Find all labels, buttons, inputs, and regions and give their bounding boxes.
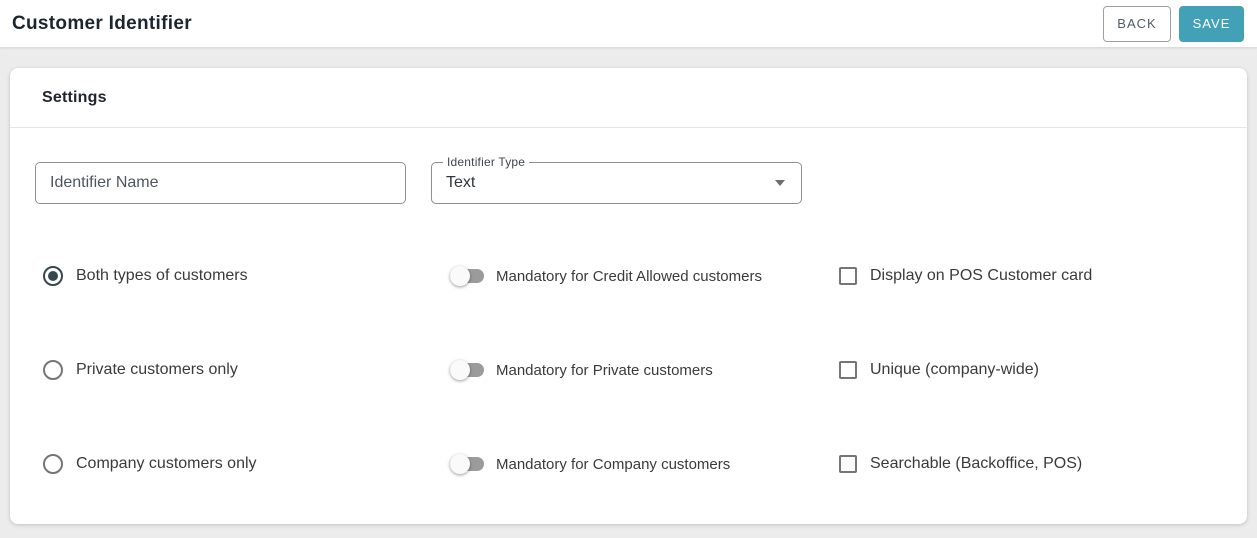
toggle-thumb bbox=[450, 266, 470, 286]
toggle-label: Mandatory for Credit Allowed customers bbox=[496, 267, 762, 285]
save-button[interactable]: SAVE bbox=[1179, 5, 1244, 42]
identifier-type-value: Text bbox=[446, 174, 476, 191]
checkbox-label: Display on POS Customer card bbox=[870, 267, 1093, 284]
checkbox-searchable: Searchable (Backoffice, POS) bbox=[830, 455, 1082, 473]
checkbox-unique: Unique (company-wide) bbox=[830, 361, 1039, 379]
option-row: Company customers only Mandatory for Com… bbox=[35, 443, 1247, 485]
chevron-down-icon bbox=[775, 180, 785, 186]
toggle-mandatory-private: Mandatory for Private customers bbox=[439, 360, 830, 380]
toggle-switch[interactable] bbox=[450, 360, 484, 380]
radio-label: Both types of customers bbox=[76, 267, 248, 284]
identifier-type-select[interactable]: Identifier Type Text bbox=[431, 155, 802, 204]
checkbox-display-pos: Display on POS Customer card bbox=[830, 267, 1092, 285]
checkbox-icon[interactable] bbox=[839, 267, 857, 285]
header-bar: Customer Identifier BACK SAVE bbox=[0, 0, 1257, 48]
radio-icon bbox=[43, 360, 63, 380]
radio-label: Private customers only bbox=[76, 361, 238, 378]
checkbox-icon[interactable] bbox=[839, 361, 857, 379]
toggle-label: Mandatory for Company customers bbox=[496, 455, 731, 473]
radio-icon bbox=[43, 454, 63, 474]
option-row: Private customers only Mandatory for Pri… bbox=[35, 349, 1247, 391]
identifier-type-label: Identifier Type bbox=[443, 155, 530, 169]
toggle-switch[interactable] bbox=[450, 454, 484, 474]
checkbox-label: Searchable (Backoffice, POS) bbox=[870, 455, 1083, 472]
settings-panel-title: Settings bbox=[10, 68, 1247, 128]
page-title: Customer Identifier bbox=[12, 12, 192, 34]
option-row: Both types of customers Mandatory for Cr… bbox=[35, 255, 1247, 297]
radio-both-types[interactable]: Both types of customers bbox=[35, 266, 439, 286]
toggle-mandatory-credit: Mandatory for Credit Allowed customers bbox=[439, 266, 830, 286]
checkbox-icon[interactable] bbox=[839, 455, 857, 473]
checkbox-label: Unique (company-wide) bbox=[870, 361, 1039, 378]
toggle-switch[interactable] bbox=[450, 266, 484, 286]
toggle-thumb bbox=[450, 360, 470, 380]
back-button[interactable]: BACK bbox=[1103, 5, 1171, 42]
toggle-thumb bbox=[450, 454, 470, 474]
toggle-label: Mandatory for Private customers bbox=[496, 361, 713, 379]
identifier-name-input[interactable] bbox=[35, 162, 406, 204]
radio-icon bbox=[43, 266, 63, 286]
fields-row: Identifier Type Text bbox=[35, 155, 1247, 204]
radio-company-only[interactable]: Company customers only bbox=[35, 454, 439, 474]
radio-private-only[interactable]: Private customers only bbox=[35, 360, 439, 380]
toggle-mandatory-company: Mandatory for Company customers bbox=[439, 454, 830, 474]
settings-card: Settings Identifier Type Text Both types… bbox=[10, 68, 1247, 524]
radio-label: Company customers only bbox=[76, 455, 257, 472]
